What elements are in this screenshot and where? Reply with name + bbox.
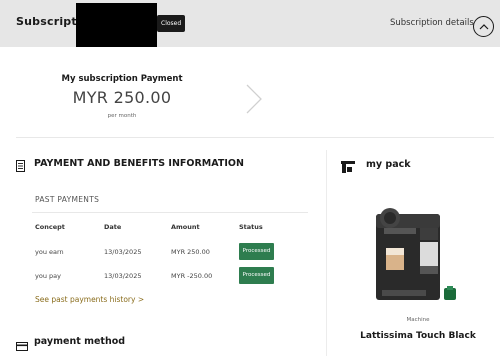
divider [32,212,308,213]
subscription-payment-amount: MYR 250.00 [72,88,172,107]
column-header-concept: Concept [35,223,65,231]
subscription-payment-period: per month [107,113,137,119]
status-badge: Processed [239,267,274,284]
redacted-block [76,3,157,47]
column-header-status: Status [239,223,263,231]
product-name: Lattissima Touch Black [360,331,476,341]
subscription-details-link[interactable]: Subscription details [390,18,474,28]
column-header-amount: Amount [171,223,200,231]
benefits-section-title: PAYMENT AND BENEFITS INFORMATION [34,158,244,169]
document-icon [16,157,25,176]
row-date: 13/03/2025 [104,248,142,256]
payment-method-title: payment method [34,336,126,347]
card-icon [16,336,28,355]
chevron-right-icon[interactable] [245,83,263,119]
my-pack-title: my pack [366,159,411,170]
subscription-header: Subscriptio Closed Subscription details [0,0,500,47]
product-category: Machine [406,317,430,323]
subscription-payment-label: My subscription Payment [61,74,183,84]
status-badge: Processed [239,243,274,260]
past-payments-history-link[interactable]: See past payments history > [35,295,144,304]
row-date: 13/03/2025 [104,272,142,280]
column-header-date: Date [104,223,122,231]
row-concept: you earn [35,248,64,256]
status-badge: Closed [157,15,186,32]
coffee-machine-image [374,204,460,308]
row-concept: you pay [35,272,61,280]
row-amount: MYR 250.00 [171,248,210,256]
chevron-up-icon[interactable] [473,16,494,37]
machine-icon [341,158,355,177]
row-amount: MYR -250.00 [171,272,213,280]
past-payments-title: PAST PAYMENTS [35,195,100,204]
divider [16,137,494,138]
column-divider [326,150,327,356]
